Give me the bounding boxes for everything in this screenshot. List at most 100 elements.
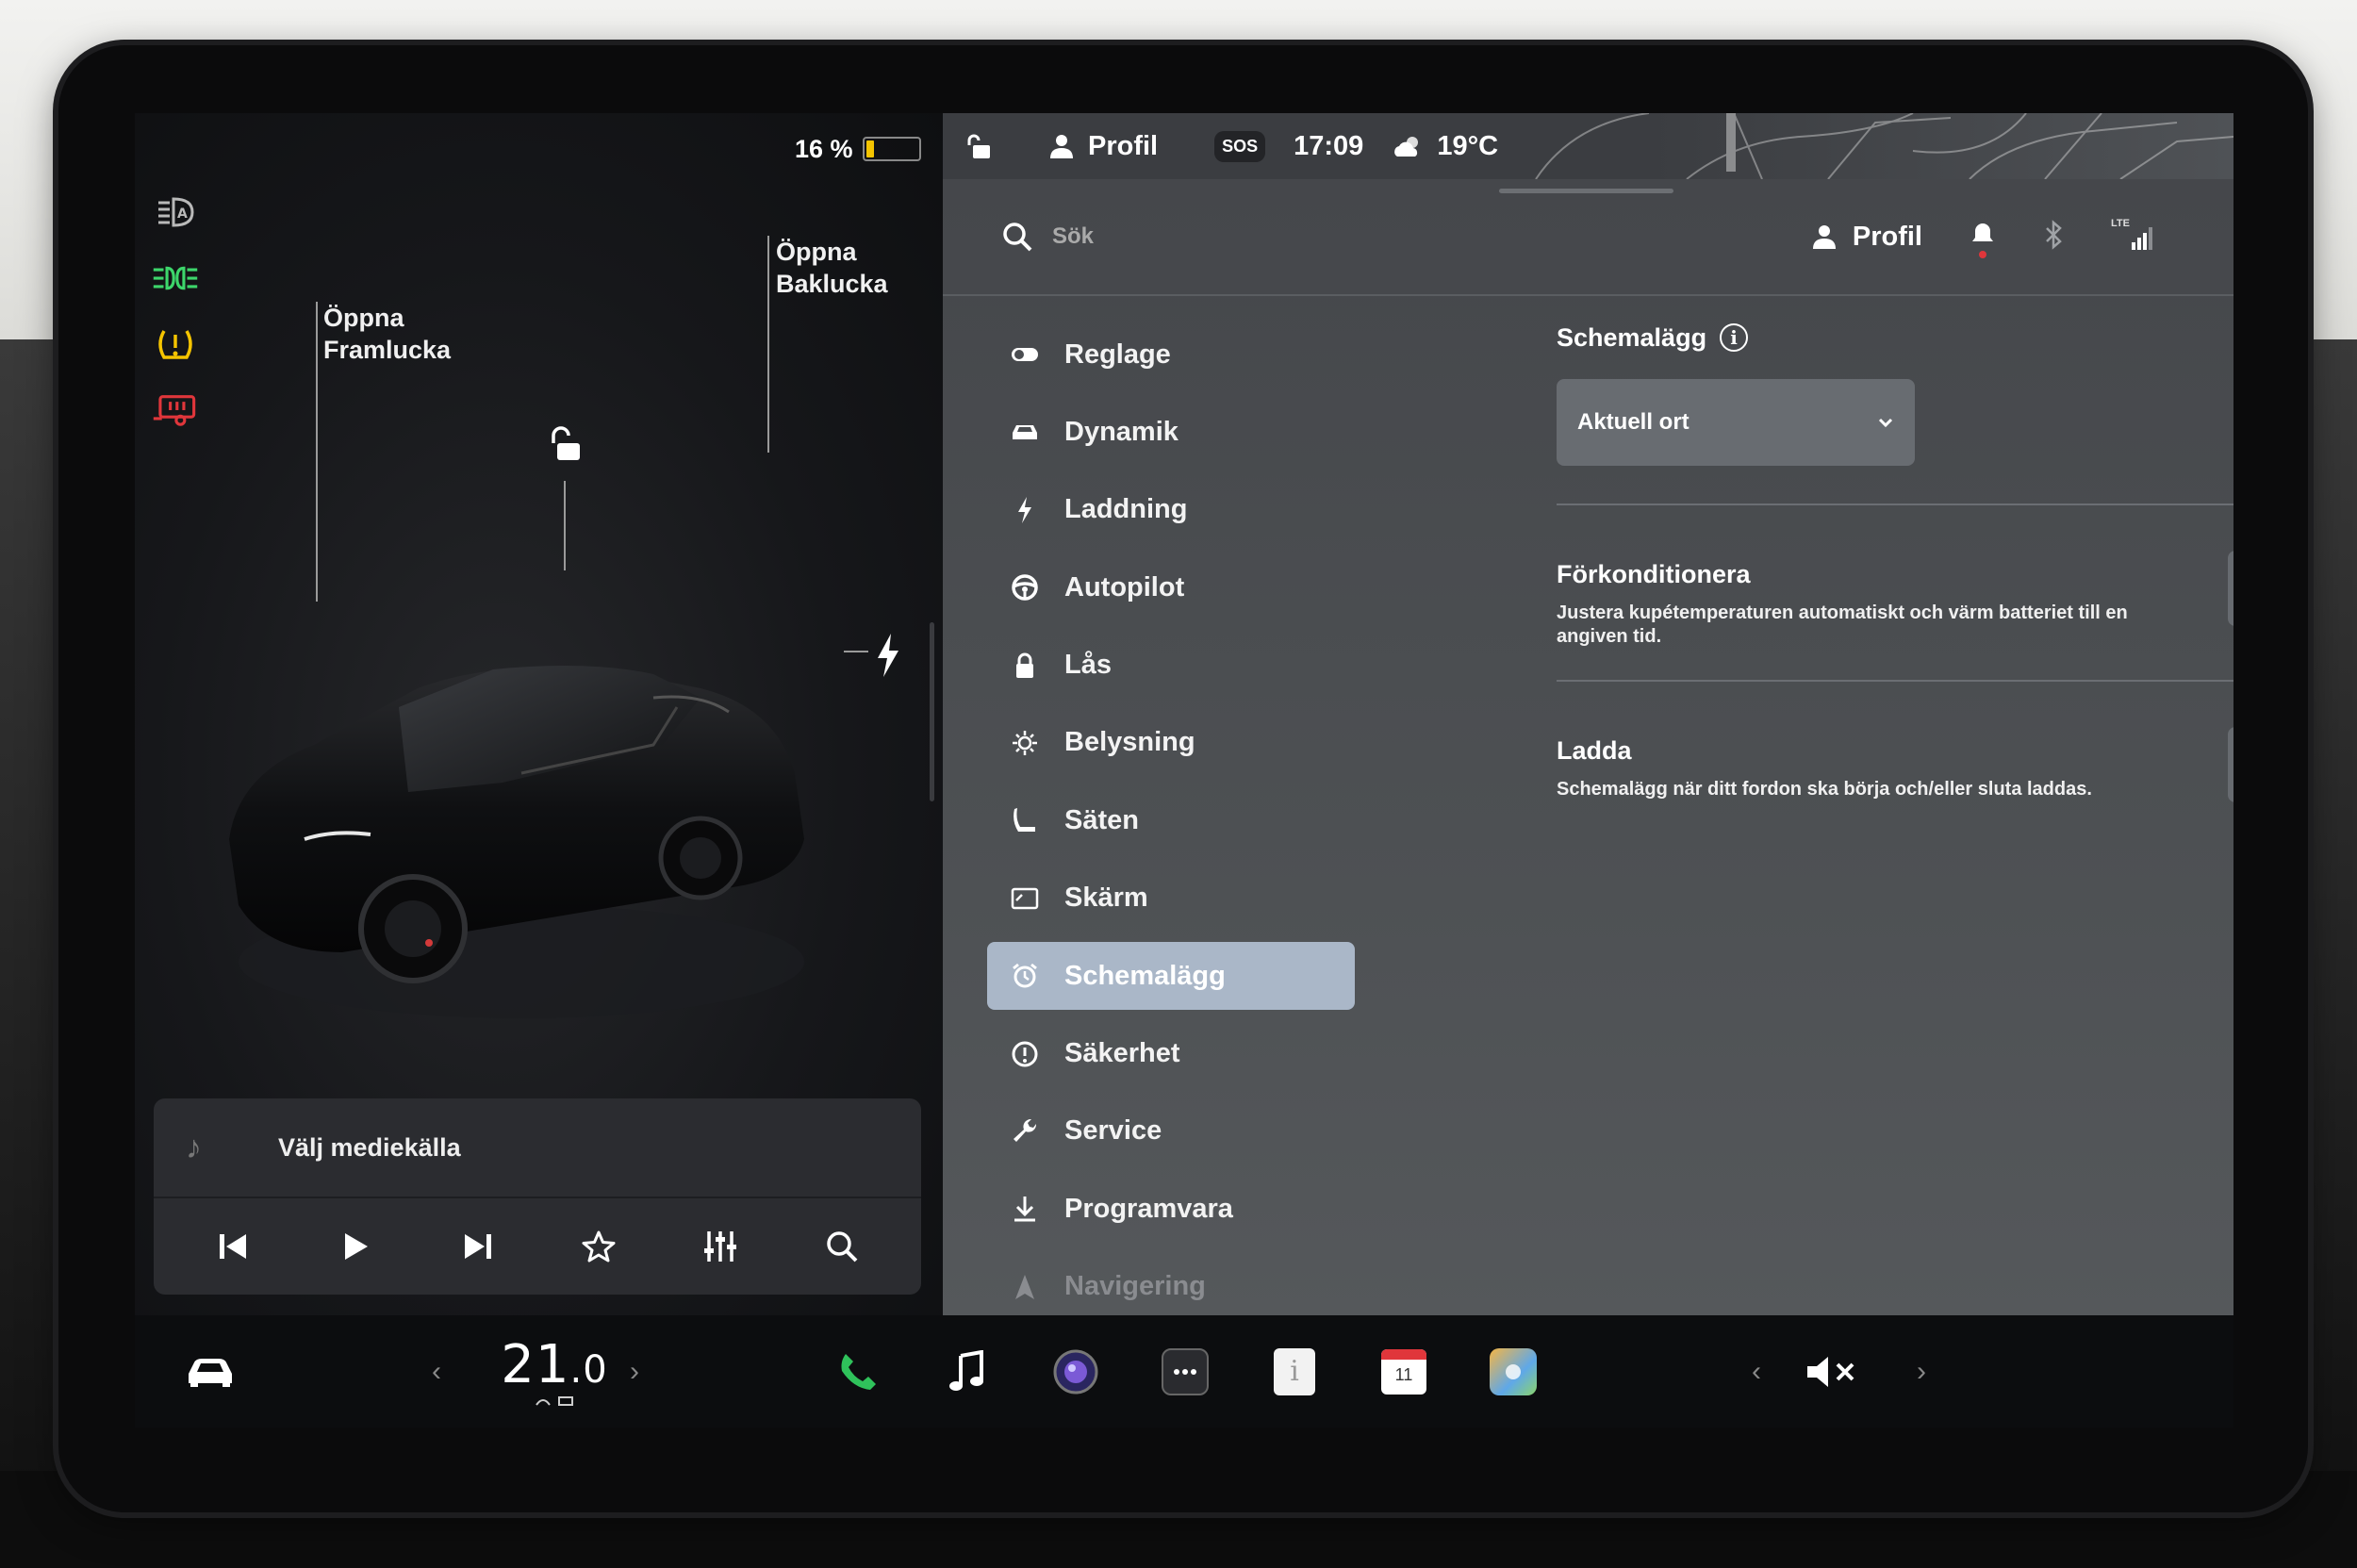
volume-up-button[interactable]: › <box>1903 1315 1940 1428</box>
nav-item-lås[interactable]: Lås <box>987 632 1355 700</box>
info-icon[interactable]: i <box>1720 323 1749 352</box>
frunk-label-line1: Öppna <box>323 304 404 332</box>
nav-item-autopilot[interactable]: Autopilot <box>987 553 1355 621</box>
camera-app-button[interactable] <box>1047 1315 1104 1428</box>
notifications-button[interactable] <box>1970 221 1996 258</box>
alert-circle-icon <box>1006 1035 1044 1073</box>
equalizer-icon[interactable] <box>692 1218 749 1275</box>
search-bar-row: Sök Profil LTE <box>943 179 2233 296</box>
nav-item-programvara[interactable]: Programvara <box>987 1175 1355 1243</box>
previous-track-button[interactable] <box>206 1218 262 1275</box>
camera-icon <box>1053 1349 1098 1394</box>
nav-item-label: Autopilot <box>1064 571 1185 602</box>
nav-item-service[interactable]: Service <box>987 1098 1355 1165</box>
nav-item-label: Laddning <box>1064 494 1188 525</box>
display-icon <box>1006 880 1044 917</box>
phone-app-button[interactable] <box>830 1315 886 1428</box>
navigation-icon <box>1006 1268 1044 1306</box>
nav-item-laddning[interactable]: Laddning <box>987 476 1355 544</box>
nav-item-navigering[interactable]: Navigering <box>987 1253 1355 1321</box>
unlocked-status[interactable] <box>964 132 992 160</box>
car-button[interactable] <box>173 1315 248 1428</box>
nav-item-label: Lås <box>1064 650 1112 681</box>
bottom-bar: ‹ 21.0 › i 11 ‹ › <box>135 1315 2233 1428</box>
favorite-star-icon[interactable] <box>570 1218 627 1275</box>
add-charge-schedule-button[interactable]: + <box>2228 727 2233 802</box>
charge-schedule-title: Ladda <box>1557 736 1632 765</box>
profile-icon <box>1050 135 1073 158</box>
next-track-button[interactable] <box>449 1218 505 1275</box>
frunk-label-line2: Framlucka <box>323 336 452 364</box>
location-select[interactable]: Aktuell ort <box>1557 379 1915 466</box>
bell-icon <box>1972 223 1993 241</box>
play-button[interactable] <box>327 1218 384 1275</box>
charge-port-icon[interactable] <box>872 632 904 679</box>
top-profile-label: Profil <box>1088 130 1159 161</box>
more-icon <box>1162 1347 1209 1395</box>
map-preview[interactable] <box>1517 113 2233 179</box>
nav-item-reglage[interactable]: Reglage <box>987 321 1355 388</box>
open-frunk-label[interactable]: Öppna Framlucka <box>316 302 452 602</box>
more-apps-button[interactable] <box>1157 1315 1213 1428</box>
bluetooth-icon[interactable] <box>2043 219 2064 255</box>
preconditioning-description: Justera kupétemperaturen automatiskt och… <box>1557 602 2128 647</box>
nav-item-dynamik[interactable]: Dynamik <box>987 398 1355 466</box>
calendar-app-button[interactable]: 11 <box>1376 1315 1432 1428</box>
temp-decrease-button[interactable]: ‹ <box>418 1315 455 1428</box>
music-app-button[interactable] <box>938 1315 995 1428</box>
info-book-icon: i <box>1274 1347 1315 1395</box>
nav-item-label: Programvara <box>1064 1193 1233 1224</box>
tire-pressure-warning-icon <box>152 321 199 368</box>
battery-status: 16 % <box>795 130 921 168</box>
schedule-title: Schemalägg <box>1557 322 1707 352</box>
unlock-icon[interactable] <box>544 424 585 466</box>
notification-dot <box>1979 250 1986 258</box>
nav-item-säkerhet[interactable]: Säkerhet <box>987 1020 1355 1088</box>
search-icon[interactable] <box>1001 221 1033 253</box>
nav-item-label: Schemalägg <box>1064 960 1226 991</box>
trunk-label-line1: Öppna <box>776 238 857 266</box>
temp-increase-button[interactable]: › <box>616 1315 653 1428</box>
add-preconditioning-button[interactable]: + <box>2228 551 2233 626</box>
mute-button[interactable] <box>1794 1315 1870 1428</box>
svg-text:A: A <box>177 206 188 222</box>
nav-item-belysning[interactable]: Belysning <box>987 709 1355 777</box>
nav-item-säten[interactable]: Säten <box>987 786 1355 854</box>
open-trunk-label[interactable]: Öppna Baklucka <box>767 236 888 453</box>
download-icon <box>1006 1190 1044 1228</box>
weather[interactable]: 19°C <box>1392 131 1498 162</box>
time-label: 17:09 <box>1294 130 1364 161</box>
cabin-temperature[interactable]: 21.0 <box>484 1315 625 1428</box>
nav-item-schemalägg[interactable]: Schemalägg <box>987 942 1355 1011</box>
charge-schedule-row: Ladda Schemalägg när ditt fordon ska bör… <box>1557 682 2233 856</box>
media-controls <box>154 1198 921 1295</box>
preconditioning-row: Förkonditionera Justera kupétemperaturen… <box>1557 505 2233 682</box>
volume-down-button[interactable]: ‹ <box>1738 1315 1775 1428</box>
nav-item-label: Säkerhet <box>1064 1038 1180 1069</box>
nav-item-skärm[interactable]: Skärm <box>987 865 1355 933</box>
car-icon <box>1006 413 1044 451</box>
seat-icon <box>1006 801 1044 839</box>
sos-button[interactable]: SOS <box>1214 130 1266 162</box>
manual-app-button[interactable]: i <box>1266 1315 1323 1428</box>
panel-scroll-indicator[interactable] <box>930 622 934 801</box>
nav-item-label: Service <box>1064 1115 1162 1147</box>
top-profile-button[interactable]: Profil <box>1048 131 1158 162</box>
schedule-content: Schemalägg i Aktuell ort Förkonditionera… <box>1557 302 2233 856</box>
wrench-icon <box>1006 1113 1044 1150</box>
alarm-clock-icon <box>1006 957 1044 995</box>
preconditioning-title: Förkonditionera <box>1557 560 1751 588</box>
toybox-app-button[interactable] <box>1485 1315 1541 1428</box>
clock: 17:09 <box>1294 131 1363 162</box>
auto-high-beam-icon[interactable]: A <box>152 189 199 236</box>
profile-button[interactable]: Profil <box>1811 222 1922 253</box>
calendar-day: 11 <box>1394 1364 1413 1384</box>
media-search-icon[interactable] <box>814 1218 870 1275</box>
nav-item-label: Belysning <box>1064 727 1195 758</box>
schedule-heading: Schemalägg i <box>1557 319 2233 356</box>
media-source-row[interactable]: ♪ Välj mediekälla <box>154 1098 921 1198</box>
media-player: ♪ Välj mediekälla <box>154 1098 921 1295</box>
search-input[interactable]: Sök <box>1052 223 1094 250</box>
sos-label: SOS <box>1214 130 1266 162</box>
sun-icon <box>1006 724 1044 762</box>
